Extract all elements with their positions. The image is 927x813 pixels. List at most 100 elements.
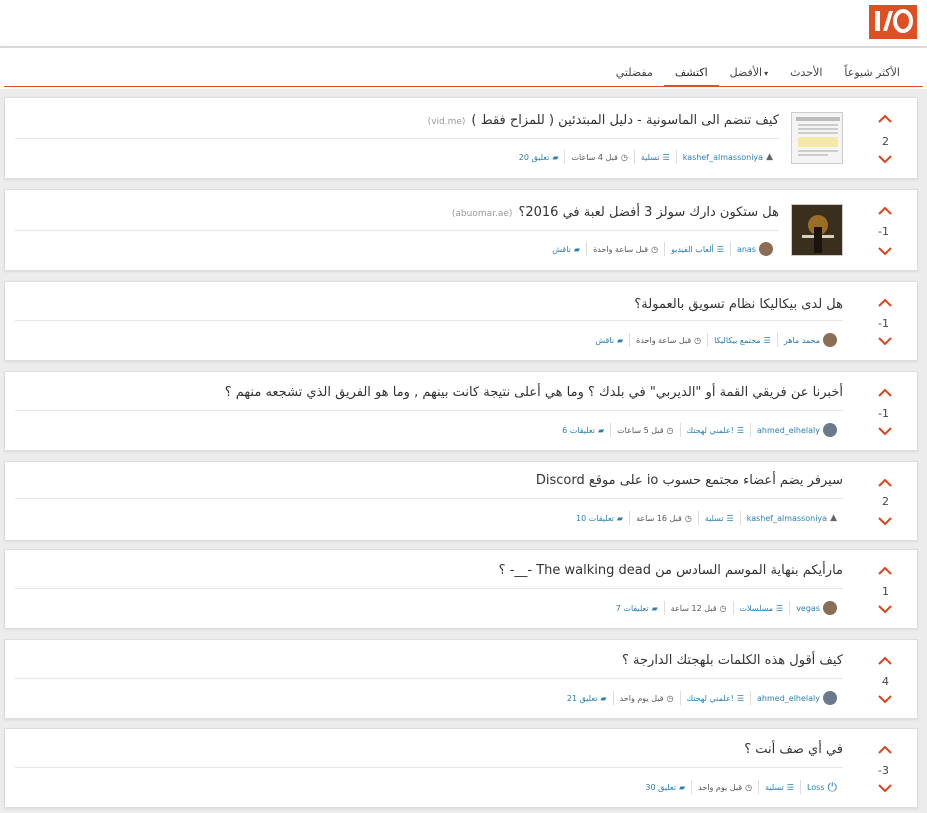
post-comments[interactable]: 20 تعليق <box>519 153 550 162</box>
tab-favorites[interactable]: مفضلتي <box>605 48 664 87</box>
upvote-icon[interactable] <box>877 745 893 755</box>
post-category[interactable]: مجتمع بيكاليكا <box>714 336 761 345</box>
upvote-icon[interactable] <box>877 478 893 488</box>
upvote-icon[interactable] <box>877 388 893 398</box>
post-author[interactable]: ahmed_elhelaly <box>757 694 820 703</box>
post-score: 1 <box>882 585 889 598</box>
divider <box>15 138 779 139</box>
post-meta: ⏻ Loss ☰ تسلية ◷ قبل يوم واحد ▰ 30 تعليق <box>639 780 843 794</box>
post-comments[interactable]: 10 تعليقات <box>576 514 614 523</box>
post-time: قبل يوم واحد <box>698 782 743 792</box>
avatar[interactable] <box>823 601 837 615</box>
post-card: 1 مارأيكم بنهاية الموسم السادس من The wa… <box>4 549 918 629</box>
list-icon: ☰ <box>726 513 734 523</box>
post-card: 4 كيف أقول هذه الكلمات بلهجتك الدارجة ؟ … <box>4 639 918 719</box>
list-icon: ☰ <box>763 335 771 345</box>
post-comments[interactable]: 30 تعليق <box>645 783 676 792</box>
post-author[interactable]: vegas <box>796 604 820 613</box>
comment-icon: ▰ <box>597 425 605 435</box>
downvote-icon[interactable] <box>877 604 893 614</box>
upvote-icon[interactable] <box>877 298 893 308</box>
post-score: 2 <box>882 495 889 508</box>
post-meta: ▲ kashef_almassoniya ☰ تسلية ◷ قبل 16 ساعة … <box>570 511 843 525</box>
post-author[interactable]: محمد ماهر <box>784 336 820 345</box>
top-header <box>0 0 927 47</box>
post-author[interactable]: kashef_almassoniya <box>683 153 763 162</box>
post-category[interactable]: علمني لهجتك! <box>687 694 734 703</box>
downvote-icon[interactable] <box>877 426 893 436</box>
chevron-down-icon: ▾ <box>764 69 769 78</box>
power-icon[interactable]: ⏻ <box>828 780 838 795</box>
downvote-icon[interactable] <box>877 246 893 256</box>
post-title[interactable]: أخبرنا عن فريقي القمة أو "الديربي" في بل… <box>225 385 843 400</box>
divider <box>15 767 843 768</box>
post-score: 4 <box>882 675 889 688</box>
io-logo[interactable] <box>869 5 917 39</box>
tab-best-label: الأفضل <box>729 66 763 79</box>
avatar[interactable] <box>759 242 773 256</box>
post-title-text: كيف تنضم الى الماسونية - دليل المبتدئين … <box>471 113 779 128</box>
post-title-text: سيرفر يضم أعضاء مجتمع حسوب io على موقع D… <box>535 473 843 488</box>
comment-icon: ▰ <box>600 693 607 703</box>
post-author[interactable]: Loss <box>807 783 825 792</box>
tab-discover[interactable]: اكتشف <box>663 48 719 87</box>
clock-icon: ◷ <box>666 425 674 435</box>
clock-icon: ◷ <box>745 782 753 792</box>
post-category[interactable]: مسلسلات <box>740 604 774 613</box>
post-comments[interactable]: 7 تعليقات <box>616 604 649 613</box>
downvote-icon[interactable] <box>877 783 893 793</box>
post-category[interactable]: تسلية <box>765 783 784 792</box>
upvote-icon[interactable] <box>877 206 893 216</box>
post-title[interactable]: في أي صف أنت ؟ <box>744 742 843 757</box>
upvote-icon[interactable] <box>877 566 893 576</box>
post-category[interactable]: ألعاب الفيديو <box>671 245 714 254</box>
post-comments[interactable]: 6 تعليقات <box>562 426 595 435</box>
post-title[interactable]: سيرفر يضم أعضاء مجتمع حسوب io على موقع D… <box>536 473 843 488</box>
post-title[interactable]: هل لدى بيكاليكا نظام تسويق بالعمولة؟ <box>634 297 843 312</box>
post-time: قبل ساعة واحدة <box>593 244 649 254</box>
avatar[interactable] <box>823 333 837 347</box>
post-author[interactable]: anas <box>737 245 756 254</box>
post-author[interactable]: kashef_almassoniya <box>747 514 827 523</box>
clock-icon: ◷ <box>651 244 659 254</box>
comment-icon: ▰ <box>573 244 581 254</box>
post-title[interactable]: كيف أقول هذه الكلمات بلهجتك الدارجة ؟ <box>622 653 843 668</box>
upvote-icon[interactable] <box>877 656 893 666</box>
tab-newest[interactable]: الأحدث <box>779 48 833 87</box>
avatar[interactable] <box>823 691 837 705</box>
post-time: قبل 12 ساعة <box>670 603 717 613</box>
divider <box>15 588 843 589</box>
tab-best[interactable]: الأفضل ▾ <box>719 48 779 87</box>
post-comments[interactable]: 21 تعليق <box>567 694 598 703</box>
tab-popular[interactable]: الأكثر شيوعاً <box>833 48 911 87</box>
tab-underline-rule <box>4 86 923 87</box>
divider <box>15 230 779 231</box>
post-comments[interactable]: ناقش <box>552 245 571 254</box>
post-comments[interactable]: ناقش <box>595 336 614 345</box>
post-time: قبل ساعة واحدة <box>636 335 692 345</box>
downvote-icon[interactable] <box>877 516 893 526</box>
post-domain[interactable]: (vid.me) <box>428 117 466 127</box>
user-icon: ▲ <box>830 513 837 523</box>
post-title[interactable]: هل ستكون دارك سولز 3 أفضل لعبة في 2016؟ (… <box>452 205 779 220</box>
post-category[interactable]: علمني لهجتك! <box>687 426 734 435</box>
post-score: -1 <box>878 317 889 330</box>
vote-box: -1 <box>843 282 917 360</box>
post-domain[interactable]: (abuomar.ae) <box>452 209 513 219</box>
clock-icon: ◷ <box>684 513 692 523</box>
post-author[interactable]: ahmed_elhelaly <box>757 426 820 435</box>
post-thumbnail[interactable] <box>791 204 843 256</box>
upvote-icon[interactable] <box>877 114 893 124</box>
vote-box: 2 <box>843 462 917 540</box>
avatar[interactable] <box>823 423 837 437</box>
downvote-icon[interactable] <box>877 694 893 704</box>
post-category[interactable]: تسلية <box>705 514 724 523</box>
post-meta: محمد ماهر ☰ مجتمع بيكاليكا ◷ قبل ساعة واحد… <box>589 333 843 347</box>
post-thumbnail[interactable] <box>791 112 843 164</box>
post-meta: ahmed_elhelaly ☰ علمني لهجتك! ◷ قبل يوم وا… <box>561 691 843 705</box>
downvote-icon[interactable] <box>877 154 893 164</box>
post-category[interactable]: تسلية <box>641 153 660 162</box>
downvote-icon[interactable] <box>877 336 893 346</box>
post-title[interactable]: كيف تنضم الى الماسونية - دليل المبتدئين … <box>428 113 779 128</box>
post-title[interactable]: مارأيكم بنهاية الموسم السادس من The walk… <box>499 563 843 578</box>
